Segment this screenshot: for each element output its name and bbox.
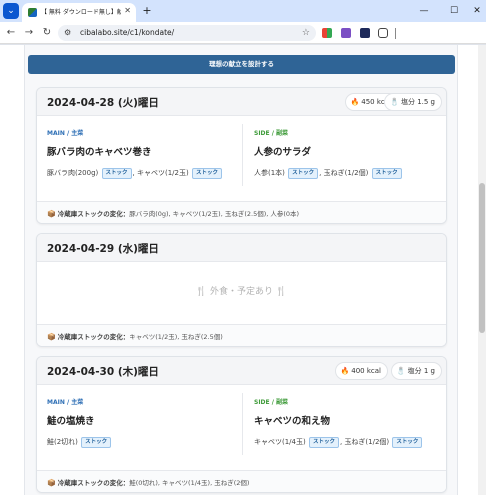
column-divider	[242, 124, 243, 186]
salt-badge: 🧂 塩分 1 g	[390, 362, 442, 380]
calorie-badge: 🔥 400 kcal	[334, 362, 388, 380]
site-favicon-icon	[28, 8, 37, 17]
forward-icon[interactable]: →	[22, 26, 36, 40]
chevron-down-icon[interactable]: ⌄	[3, 3, 19, 19]
stock-badge: ストック	[191, 167, 222, 179]
menu-card: 2024-04-29 (水)曜日 🍴 外食・予定あり 🍴 📦 冷蔵庫ストックの変化…	[36, 233, 447, 347]
page-scrollbar[interactable]	[478, 45, 486, 495]
minimize-icon[interactable]: —	[417, 4, 431, 18]
salt-icon: 🧂	[390, 98, 399, 106]
stock-badge: ストック	[371, 167, 402, 179]
scrollbar-thumb[interactable]	[479, 183, 485, 333]
extension-icon[interactable]	[322, 28, 332, 38]
extension-icon[interactable]	[360, 28, 370, 38]
browser-toolbar: ← → ↻ ⚙ cibalabo.site/c1/kondate/ ☆	[0, 22, 486, 44]
card-header: 2024-04-30 (木)曜日 🔥 400 kcal 🧂 塩分 1 g	[37, 357, 446, 385]
tab-close-icon[interactable]: ✕	[124, 6, 131, 16]
eat-out-notice: 🍴 外食・予定あり 🍴	[195, 287, 288, 297]
stock-change-footer: 📦 冷蔵庫ストックの変化：キャベツ(1/2玉), 玉ねぎ(2.5個)	[37, 324, 446, 346]
main-dish-column: MAIN / 主菜 豚バラ肉のキャベツ巻き 豚バラ肉(200g) ストック, キ…	[47, 128, 223, 179]
package-icon: 📦	[47, 210, 56, 218]
ingredient: 豚バラ肉(200g)	[47, 169, 99, 177]
ingredient: 玉ねぎ(1/2個)	[344, 438, 390, 446]
stock-badge: ストック	[101, 167, 132, 179]
side-ingredients: キャベツ(1/4玉) ストック, 玉ねぎ(1/2個) ストック	[254, 436, 423, 448]
tab-bar: ⌄ 【 無料 ダウンロード無し】献立 の… ✕ + — ☐ ✕	[0, 0, 486, 22]
side-ingredients: 人参(1本) ストック, 玉ねぎ(1/2個) ストック	[254, 167, 403, 179]
side-dish-column: SIDE / 副菜 キャベツの和え物 キャベツ(1/4玉) ストック, 玉ねぎ(…	[254, 397, 423, 448]
extension-icon[interactable]	[341, 28, 351, 38]
stock-badge: ストック	[392, 436, 423, 448]
card-date: 2024-04-28 (火)曜日	[47, 97, 159, 109]
page-viewport: 理想の献立を設計する 2024-04-28 (火)曜日 🔥 450 kcal 🧂 塩…	[0, 45, 478, 495]
page-content: 理想の献立を設計する 2024-04-28 (火)曜日 🔥 450 kcal 🧂 塩…	[24, 45, 458, 495]
package-icon: 📦	[47, 333, 56, 341]
salt-badge: 🧂 塩分 1.5 g	[384, 93, 442, 111]
stock-change-footer: 📦 冷蔵庫ストックの変化：鮭(0切れ), キャベツ(1/4玉), 玉ねぎ(2個)	[37, 470, 446, 492]
reload-icon[interactable]: ↻	[40, 26, 54, 40]
column-divider	[242, 393, 243, 455]
salt-icon: 🧂	[396, 367, 406, 375]
side-dish-name: キャベツの和え物	[254, 416, 331, 427]
toolbar-divider	[395, 28, 396, 39]
new-tab-button[interactable]: +	[140, 4, 154, 18]
stock-change-value: キャベツ(1/2玉), 玉ねぎ(2.5個)	[129, 333, 223, 341]
side-label: SIDE / 副菜	[254, 130, 289, 137]
stock-change-footer: 📦 冷蔵庫ストックの変化：豚バラ肉(0g), キャベツ(1/2玉), 玉ねぎ(2.…	[37, 201, 446, 223]
tab-title: 【 無料 ダウンロード無し】献立 の…	[41, 9, 121, 16]
stock-change-value: 鮭(0切れ), キャベツ(1/4玉), 玉ねぎ(2個)	[129, 479, 250, 487]
back-icon[interactable]: ←	[4, 26, 18, 40]
design-menu-button[interactable]: 理想の献立を設計する	[28, 55, 455, 74]
side-dish-name: 人参のサラダ	[254, 147, 312, 158]
ingredient: キャベツ(1/4玉)	[254, 438, 306, 446]
stock-badge: ストック	[288, 167, 319, 179]
site-info-icon[interactable]: ⚙	[64, 28, 74, 38]
ingredient: 人参(1本)	[254, 169, 285, 177]
ingredient: 鮭(2切れ)	[47, 438, 78, 446]
menu-card: 2024-04-30 (木)曜日 🔥 400 kcal 🧂 塩分 1 g MAIN …	[36, 356, 447, 493]
card-date: 2024-04-29 (水)曜日	[47, 243, 159, 255]
stock-change-label: 冷蔵庫ストックの変化：	[57, 210, 130, 218]
main-ingredients: 豚バラ肉(200g) ストック, キャベツ(1/2玉) ストック	[47, 167, 223, 179]
card-header: 2024-04-28 (火)曜日 🔥 450 kcal 🧂 塩分 1.5 g	[37, 88, 446, 116]
card-date: 2024-04-30 (木)曜日	[47, 366, 159, 378]
stock-badge: ストック	[308, 436, 339, 448]
main-label: MAIN / 主菜	[47, 399, 84, 406]
maximize-icon[interactable]: ☐	[447, 4, 461, 18]
close-window-icon[interactable]: ✕	[470, 4, 484, 18]
url-text[interactable]: cibalabo.site/c1/kondate/	[80, 27, 174, 39]
stock-change-value: 豚バラ肉(0g), キャベツ(1/2玉), 玉ねぎ(2.5個), 人参(0本)	[129, 210, 300, 218]
ingredient: 玉ねぎ(1/2個)	[323, 169, 369, 177]
ingredient: キャベツ(1/2玉)	[136, 169, 189, 177]
menu-card: 2024-04-28 (火)曜日 🔥 450 kcal 🧂 塩分 1.5 g MAI…	[36, 87, 447, 224]
side-label: SIDE / 副菜	[254, 399, 289, 406]
star-icon[interactable]: ☆	[302, 26, 310, 40]
stock-change-label: 冷蔵庫ストックの変化：	[57, 333, 130, 341]
browser-tab[interactable]: 【 無料 ダウンロード無し】献立 の… ✕	[22, 3, 136, 22]
stock-badge: ストック	[81, 436, 112, 448]
main-label: MAIN / 主菜	[47, 130, 84, 137]
main-dish-column: MAIN / 主菜 鮭の塩焼き 鮭(2切れ) ストック	[47, 397, 112, 448]
address-bar[interactable]: ⚙ cibalabo.site/c1/kondate/ ☆	[58, 25, 316, 41]
main-ingredients: 鮭(2切れ) ストック	[47, 436, 112, 448]
fire-icon: 🔥	[350, 98, 360, 106]
main-dish-name: 豚バラ肉のキャベツ巻き	[47, 147, 152, 158]
side-dish-column: SIDE / 副菜 人参のサラダ 人参(1本) ストック, 玉ねぎ(1/2個) …	[254, 128, 403, 179]
stock-change-label: 冷蔵庫ストックの変化：	[57, 479, 130, 487]
package-icon: 📦	[47, 479, 56, 487]
extensions-puzzle-icon[interactable]	[378, 28, 388, 38]
card-header: 2024-04-29 (水)曜日	[37, 234, 446, 262]
fire-icon: 🔥	[340, 367, 350, 375]
main-dish-name: 鮭の塩焼き	[47, 416, 95, 427]
